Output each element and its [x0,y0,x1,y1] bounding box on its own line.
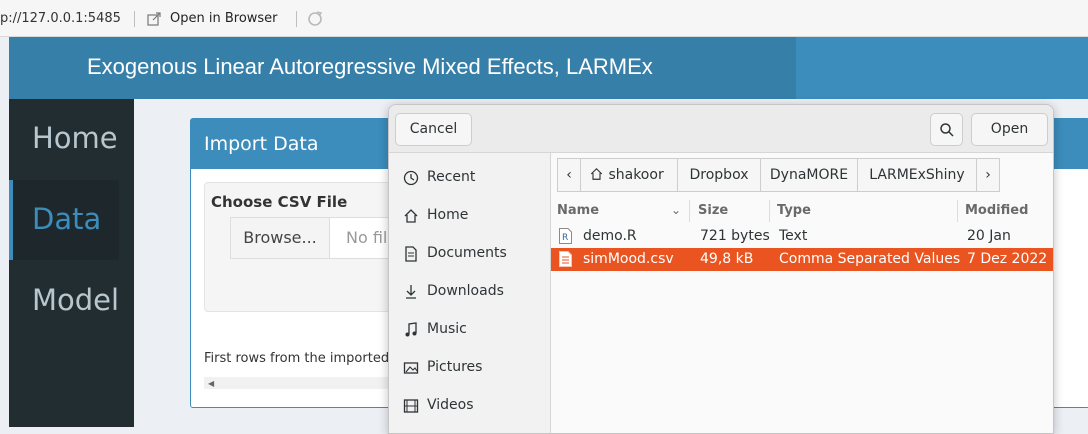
place-downloads[interactable]: Downloads [389,273,551,311]
file-row-selected[interactable]: simMood.csv 49,8 kB Comma Separated Valu… [551,248,1053,271]
file-modified: 20 Jan [967,228,1011,244]
column-type[interactable]: Type [777,203,811,218]
column-name[interactable]: Name [557,203,599,218]
document-icon [405,246,417,262]
place-videos[interactable]: Videos [389,387,551,425]
cancel-button[interactable]: Cancel [395,113,472,146]
url-text[interactable]: p://127.0.0.1:5485 [0,11,121,26]
sidebar-item-model[interactable]: Model [9,261,134,341]
path-back-button[interactable]: ‹ [557,158,581,192]
sidebar-item-label: Data [32,202,102,236]
place-recent[interactable]: Recent [389,159,551,197]
picture-icon [403,362,419,374]
place-label: Documents [427,245,507,261]
sidebar-item-data[interactable]: Data [9,180,119,260]
app-title: Exogenous Linear Autoregressive Mixed Ef… [87,54,653,79]
reload-icon[interactable] [306,10,324,28]
clock-icon [403,170,419,186]
file-type: Comma Separated Values [779,251,961,267]
path-crumb-label: shakoor [608,167,664,183]
open-in-browser-button[interactable]: Open in Browser [170,11,278,26]
box-title: Import Data [204,133,319,155]
place-home[interactable]: Home [389,197,551,235]
column-modified[interactable]: Modified [965,203,1028,218]
toolbar-divider [296,11,297,27]
place-documents[interactable]: Documents [389,235,551,273]
sort-chevron-icon[interactable]: ⌄ [671,203,681,217]
download-icon [406,285,416,299]
path-crumb-dynamore[interactable]: DynaMORE [760,158,858,192]
file-size: 721 bytes [700,228,770,244]
place-label: Downloads [427,283,504,299]
column-divider [689,200,690,222]
sidebar-item-home[interactable]: Home [9,99,134,179]
file-size: 49,8 kB [700,251,754,267]
place-label: Recent [427,169,476,185]
chevron-right-icon: › [985,167,991,183]
sidebar-item-label: Home [32,121,118,155]
file-chooser-dialog: Cancel Open Recent Home Documents Downlo… [388,104,1054,434]
browse-button[interactable]: Browse... [230,217,330,259]
choose-file-label: Choose CSV File [211,193,348,211]
scroll-left-icon[interactable]: ◀ [208,379,214,388]
place-pictures[interactable]: Pictures [389,349,551,387]
place-label: Music [427,321,467,337]
places-sidebar: Recent Home Documents Downloads Music Pi… [389,153,551,433]
r-file-icon: R [559,228,572,244]
path-crumb-home[interactable]: shakoor [580,158,678,192]
open-button[interactable]: Open [971,113,1048,146]
file-modified: 7 Dez 2022 [967,251,1048,267]
path-forward-button[interactable]: › [976,158,1000,192]
file-name: simMood.csv [583,251,674,267]
place-label: Home [427,207,469,223]
home-icon [404,209,418,223]
place-label: Videos [427,397,474,413]
chevron-left-icon: ‹ [566,167,572,183]
search-button[interactable] [930,113,963,146]
path-bar: ‹ shakoor Dropbox DynaMORE LARMExShiny › [557,158,1001,192]
open-in-browser-icon[interactable] [146,11,162,27]
sidebar-item-label: Model [32,283,120,317]
place-music[interactable]: Music [389,311,551,349]
dialog-header: Cancel Open [389,105,1053,153]
file-type: Text [779,228,808,244]
spreadsheet-file-icon [559,251,572,267]
file-name: demo.R [583,228,637,244]
toolbar-divider [134,11,135,27]
column-size[interactable]: Size [698,203,728,218]
home-icon [590,167,603,180]
column-divider [957,200,958,222]
header-title-box: Exogenous Linear Autoregressive Mixed Ef… [9,37,796,99]
path-crumb-dropbox[interactable]: Dropbox [677,158,761,192]
sidebar: Home Data Model [9,99,134,427]
file-row[interactable]: R demo.R 721 bytes Text 20 Jan [551,225,1053,248]
path-crumb-larmexshiny[interactable]: LARMExShiny [857,158,977,192]
music-icon [405,322,417,337]
video-icon [403,399,419,413]
browser-toolbar: p://127.0.0.1:5485 Open in Browser [0,0,1088,37]
app-header: Exogenous Linear Autoregressive Mixed Ef… [9,37,1088,99]
column-divider [769,200,770,222]
svg-text:R: R [562,233,568,243]
place-label: Pictures [427,359,483,375]
search-icon [939,123,954,137]
file-list-header: Name ⌄ Size Type Modified [551,200,1053,222]
